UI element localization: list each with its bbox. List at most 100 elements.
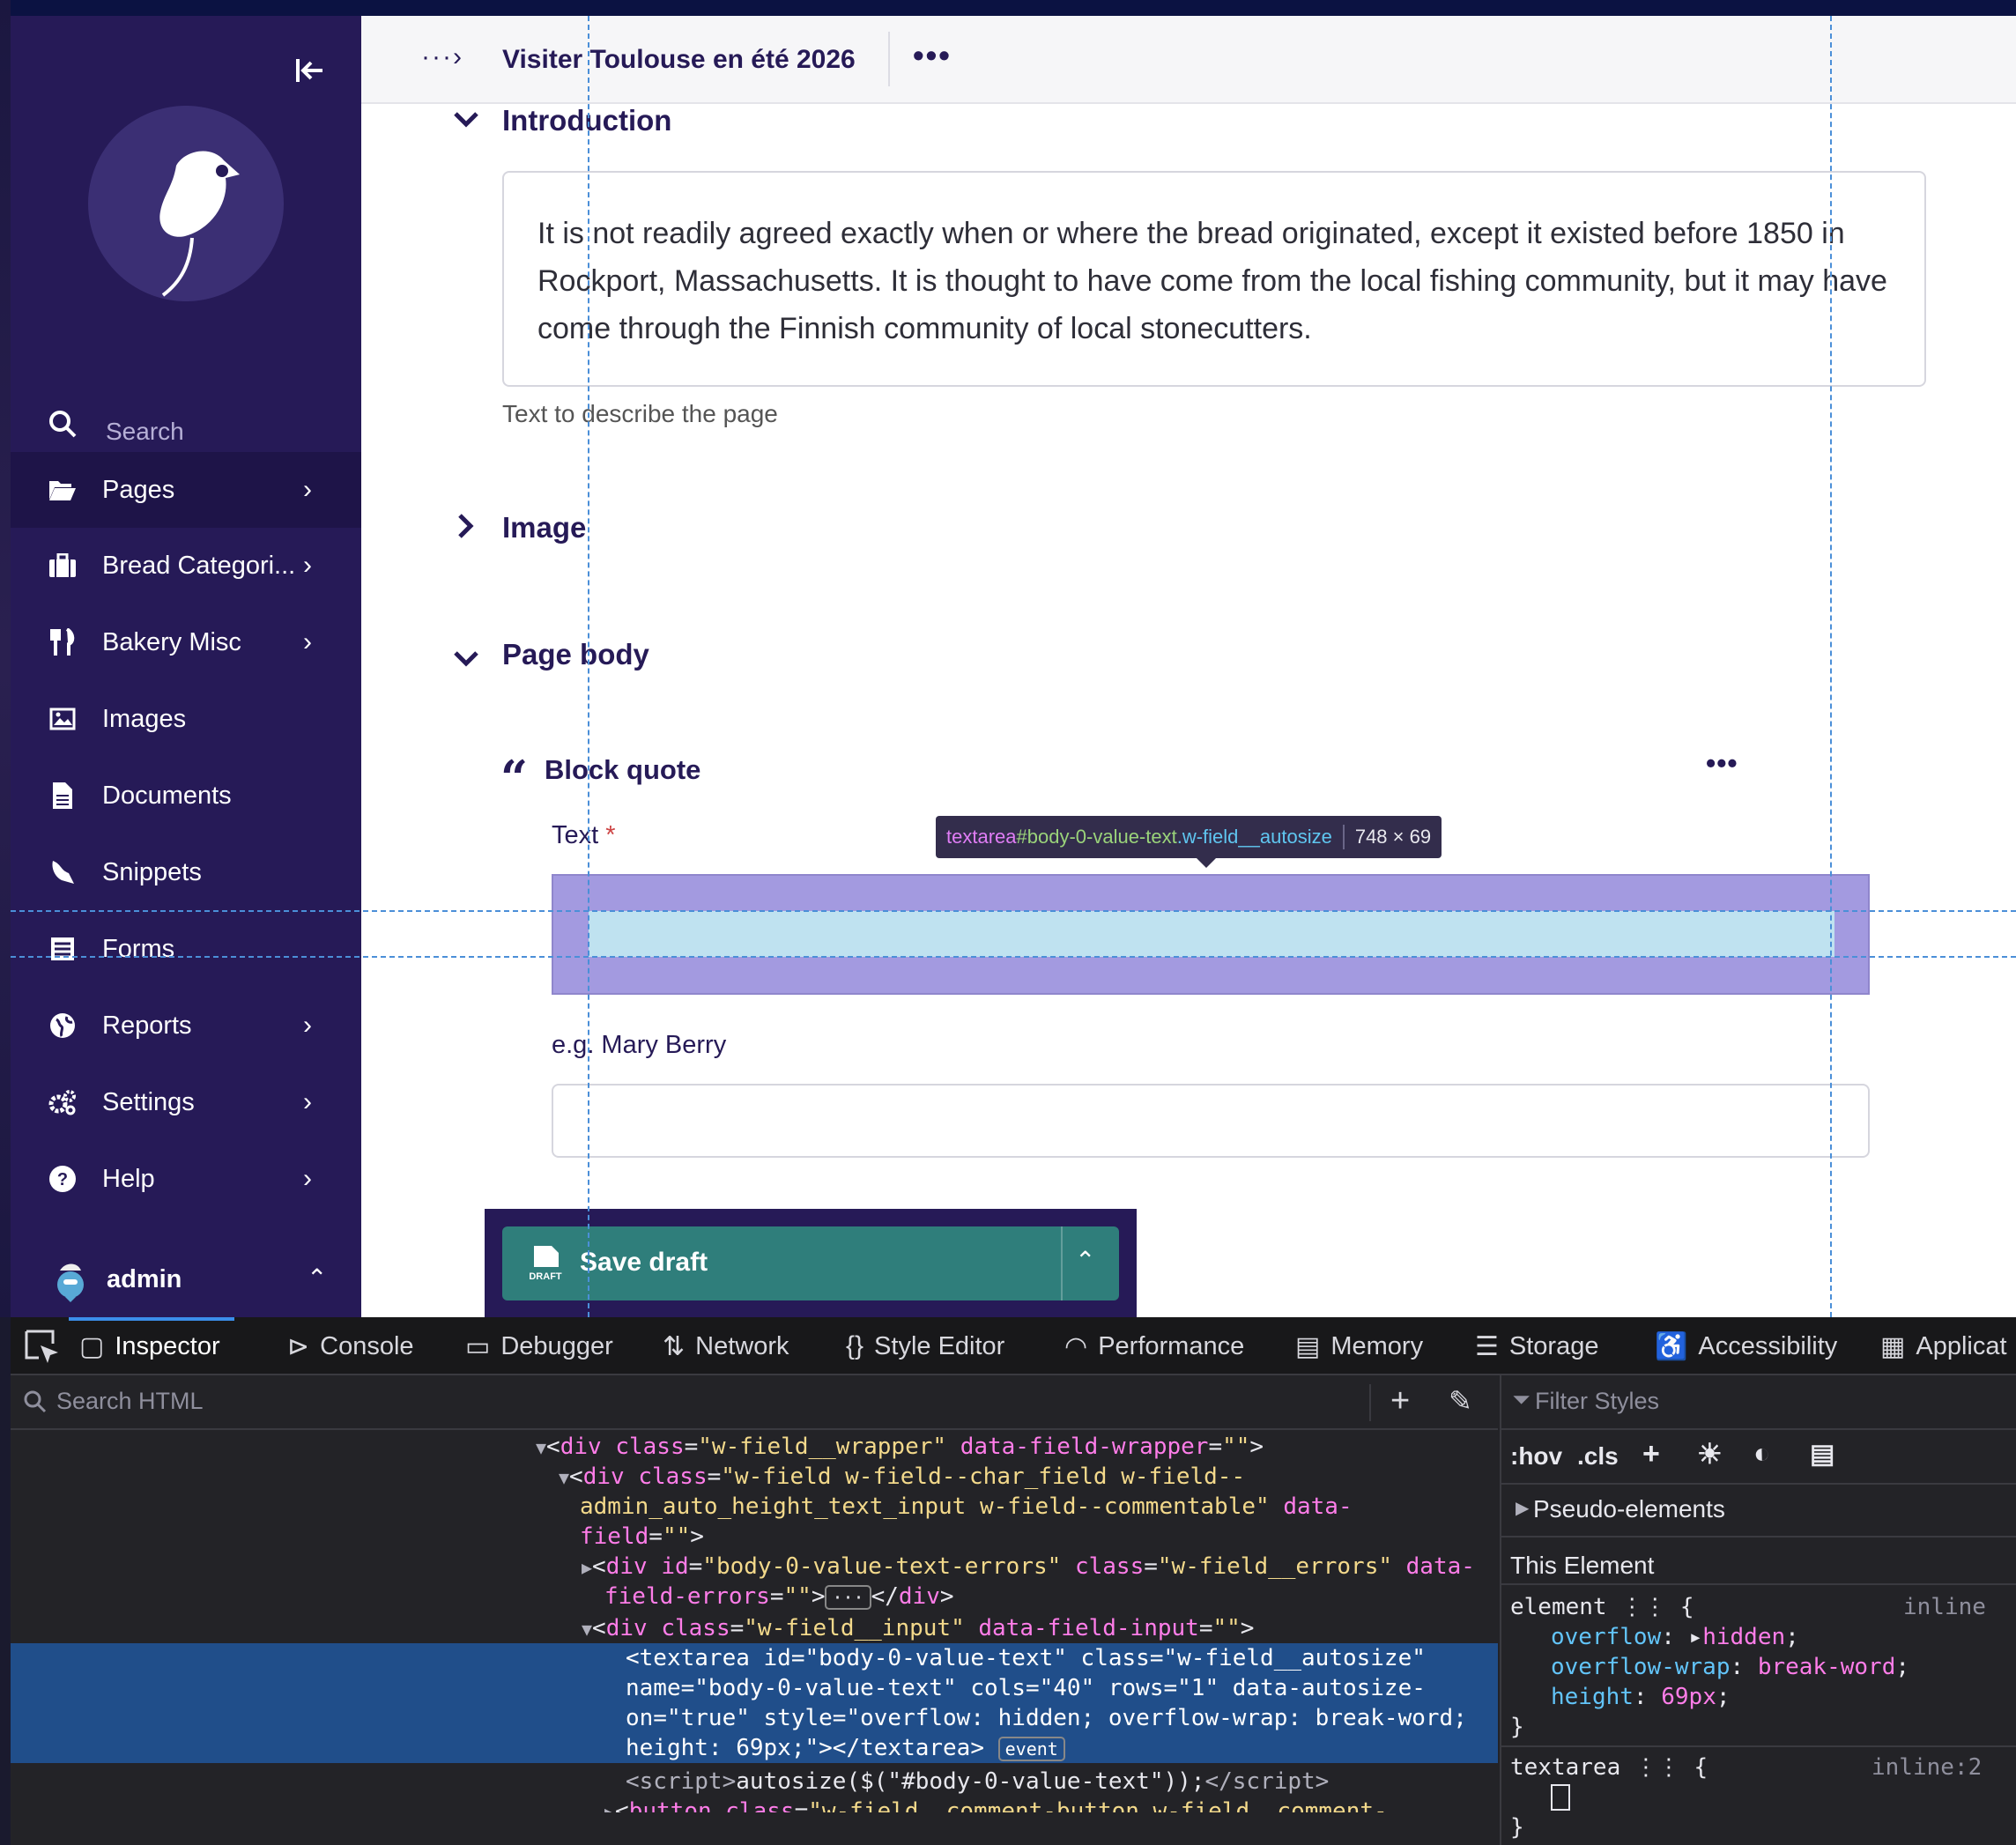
tab-memory[interactable]: ▤ Memory [1295, 1317, 1423, 1375]
sidebar-item-label: Images [102, 704, 187, 733]
eyedropper-icon[interactable]: ✎ [1449, 1384, 1472, 1418]
chevron-down-icon[interactable] [453, 104, 479, 137]
svg-text:DRAFT: DRAFT [529, 1271, 562, 1282]
introduction-textarea[interactable]: It is not readily agreed exactly when or… [502, 171, 1926, 387]
search-icon [49, 411, 77, 438]
sidebar-item-help[interactable]: ? Help › [11, 1141, 361, 1217]
tab-application[interactable]: ▦ Applicat [1880, 1317, 2007, 1375]
css-declaration[interactable]: overflow: ▸hidden; [1551, 1622, 1799, 1652]
tree-row[interactable]: ▼<div class="w-field__wrapper" data-fiel… [536, 1432, 1264, 1463]
account-menu[interactable]: admin ⌃ [11, 1246, 361, 1316]
sidebar-item-settings[interactable]: Settings › [11, 1064, 361, 1140]
cls-toggle[interactable]: .cls [1577, 1442, 1619, 1471]
chevron-right-icon[interactable] [456, 513, 476, 546]
tab-debugger[interactable]: ▭ Debugger [465, 1317, 613, 1375]
tab-inspector[interactable]: ▢ Inspector [69, 1317, 234, 1375]
tab-performance[interactable]: ◠ Performance [1064, 1317, 1244, 1375]
text-field-label: Text * [552, 821, 616, 849]
bird-icon [159, 151, 240, 297]
tab-storage[interactable]: ☰ Storage [1475, 1317, 1598, 1375]
filter-styles-input[interactable]: Filter Styles [1535, 1388, 1659, 1415]
add-rule-icon[interactable]: + [1642, 1437, 1660, 1471]
chevron-right-icon: › [303, 1164, 312, 1193]
chevron-up-icon: ⌃ [307, 1264, 328, 1292]
selected-node[interactable]: <textarea id="body-0-value-text" class="… [11, 1643, 1498, 1763]
sidebar-item-forms[interactable]: Forms [11, 911, 361, 987]
window-top-strip [0, 0, 2016, 16]
hov-toggle[interactable]: :hov [1510, 1442, 1562, 1471]
css-declaration[interactable]: overflow-wrap: break-word; [1551, 1652, 1909, 1682]
tooltip-size: 748 × 69 [1354, 826, 1432, 848]
inspector-tooltip: textarea #body-0-value-text .w-field__auto… [936, 816, 1442, 868]
chevron-right-icon: › [303, 1087, 312, 1116]
tree-row[interactable]: ▶<div id="body-0-value-text-errors" clas… [582, 1552, 1475, 1582]
chevron-up-icon[interactable]: ⌃ [1075, 1246, 1095, 1275]
tree-row[interactable]: ▼<div class="w-field__input" data-field-… [582, 1613, 1254, 1644]
tree-row[interactable]: <script>autosize($("#body-0-value-text")… [626, 1767, 1329, 1797]
chevron-right-icon: › [303, 627, 312, 656]
image-icon [48, 704, 78, 734]
chevron-right-icon: › [303, 551, 312, 580]
rule-source[interactable]: inline [1903, 1592, 1986, 1622]
folder-open-icon [48, 475, 78, 505]
rule-source[interactable]: inline:2 [1871, 1752, 1982, 1782]
collapse-sidebar-button[interactable] [284, 44, 337, 97]
snippet-icon [48, 857, 78, 887]
application-icon: ▦ [1880, 1331, 1906, 1361]
new-property-cursor[interactable] [1551, 1784, 1570, 1811]
more-actions-icon[interactable]: ••• [913, 37, 952, 74]
performance-icon: ◠ [1064, 1331, 1088, 1361]
block-more-actions-icon[interactable]: ••• [1706, 747, 1738, 780]
tab-accessibility[interactable]: ♿ Accessibility [1655, 1317, 1837, 1375]
sidebar-item-bread-categories[interactable]: Bread Categori... › [11, 528, 361, 604]
wagtail-logo[interactable] [88, 106, 284, 301]
dark-mode-icon[interactable]: ◐ [1753, 1437, 1770, 1470]
print-media-icon[interactable]: ▤ [1810, 1439, 1834, 1470]
sidebar-item-pages[interactable]: Pages › [11, 452, 361, 528]
light-mode-icon[interactable]: ☀ [1697, 1437, 1723, 1471]
section-title-page-body[interactable]: Page body [502, 638, 649, 671]
block-type-label: Block quote [545, 754, 701, 785]
draft-icon: DRAFT [529, 1246, 562, 1282]
utensils-icon [48, 627, 78, 657]
css-declaration[interactable]: height: 69px; [1551, 1682, 1731, 1712]
event-badge[interactable]: event [997, 1736, 1065, 1761]
textarea-content-box [589, 911, 1834, 957]
sidebar-item-reports[interactable]: Reports › [11, 988, 361, 1063]
save-draft-button[interactable]: DRAFT Save draft ⌃ [502, 1226, 1119, 1300]
chevron-down-icon[interactable] [453, 643, 479, 676]
tree-row[interactable]: ▶<button class="w-field__comment-button … [604, 1797, 1388, 1812]
quote-text-textarea[interactable] [552, 874, 1870, 995]
rule-close: } [1510, 1814, 1524, 1841]
add-node-icon[interactable]: + [1390, 1382, 1410, 1420]
sidebar-item-images[interactable]: Images [11, 681, 361, 757]
sidebar-item-label: Reports [102, 1011, 192, 1040]
sidebar-item-documents[interactable]: Documents [11, 758, 361, 834]
sidebar-item-bakery-misc[interactable]: Bakery Misc › [11, 604, 361, 680]
tab-network[interactable]: ⇅ Network [663, 1317, 789, 1375]
element-picker-icon[interactable] [23, 1328, 62, 1367]
page-header: ···› Visiter Toulouse en été 2026 ••• [361, 16, 2016, 104]
tab-console[interactable]: ⊳ Console [287, 1317, 414, 1375]
attribution-input[interactable] [552, 1084, 1870, 1158]
introduction-help-text: Text to describe the page [502, 400, 778, 427]
rule-selector: textarea ⋮⋮ { [1510, 1754, 1708, 1781]
search-html-bar: Search HTML + ✎ [11, 1375, 1498, 1430]
sidebar-item-snippets[interactable]: Snippets [11, 834, 361, 910]
form-icon [48, 934, 78, 964]
style-editor-icon: {} [846, 1331, 864, 1360]
chevron-right-icon: › [303, 1011, 312, 1040]
tree-row[interactable]: ▼<div class="w-field w-field--char_field… [559, 1462, 1245, 1493]
debugger-icon: ▭ [465, 1331, 491, 1361]
search-html-input[interactable]: Search HTML [56, 1388, 204, 1415]
collapse-arrow-icon [296, 59, 322, 82]
tooltip-tag: textarea [946, 826, 1017, 848]
search-placeholder[interactable]: Search [106, 418, 184, 446]
cogs-icon [48, 1087, 78, 1117]
tab-style-editor[interactable]: {} Style Editor [846, 1317, 1004, 1375]
section-title-image[interactable]: Image [502, 511, 586, 545]
filter-styles-bar[interactable]: ⏷ Filter Styles [1501, 1375, 2016, 1430]
filter-icon: ⏷ [1512, 1386, 1531, 1412]
breadcrumb-toggle-icon[interactable]: ···› [421, 42, 463, 72]
pseudo-elements-toggle[interactable]: ▶ Pseudo-elements [1501, 1486, 2016, 1538]
